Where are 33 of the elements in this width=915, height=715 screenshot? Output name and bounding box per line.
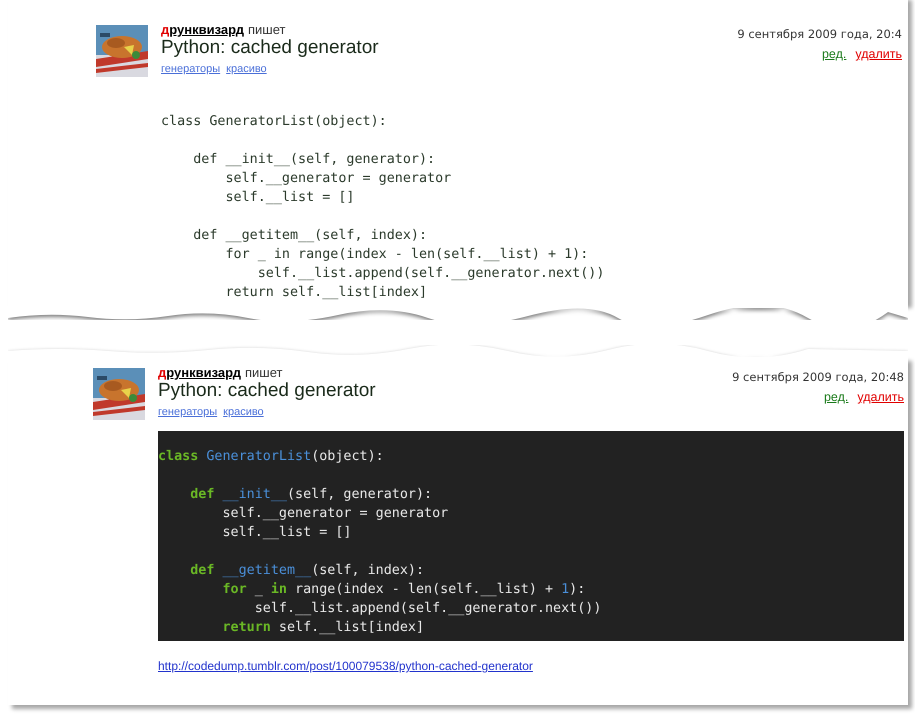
tag-link[interactable]: генераторы: [158, 405, 218, 419]
tag-link[interactable]: красиво: [223, 405, 264, 419]
code-line: return self.__list[index]: [224, 284, 428, 302]
code-line: class GeneratorList(object):: [161, 113, 387, 131]
verb-label: пишет: [248, 22, 286, 37]
code-line: self.__list.append(self.__generator.next()): [256, 265, 604, 283]
code-line: self.__list = []: [221, 524, 352, 542]
code-line: self.__generator = generator: [224, 170, 452, 188]
code-line: def __getitem__(self, index):: [192, 227, 428, 245]
author-link[interactable]: друнквизард: [161, 22, 244, 37]
author-link[interactable]: друнквизард: [158, 365, 241, 380]
delete-link[interactable]: удалить: [855, 45, 902, 64]
tag-link[interactable]: генераторы: [161, 62, 220, 76]
code-line: return self.__list[index]: [221, 619, 424, 637]
code-line: def __init__(self, generator):: [192, 151, 436, 169]
code-line: self.__generator = generator: [221, 505, 448, 523]
tag-link[interactable]: красиво: [226, 62, 267, 76]
code-line: self.__list = []: [224, 189, 354, 207]
code-line: def __init__(self, generator):: [189, 486, 432, 504]
post-date: 9 сентября 2009 года, 20:4: [737, 26, 902, 43]
code-line: def __getitem__(self, index):: [189, 562, 424, 580]
code-line: class GeneratorList(object):: [158, 448, 384, 466]
edit-link[interactable]: ред.: [822, 45, 846, 64]
code-line: for _ in range(index - len(self.__list) + 1):: [221, 581, 586, 599]
code-line: for _ in range(index - len(self.__list) + 1):: [224, 246, 588, 264]
delete-link[interactable]: удалить: [857, 388, 904, 407]
post-title: Python: cached generator: [158, 380, 376, 402]
source-link[interactable]: http://codedump.tumblr.com/post/100079538/python-cached-generator: [158, 659, 533, 673]
code-line: self.__list.append(self.__generator.next()): [254, 600, 602, 618]
post-title: Python: cached generator: [161, 37, 379, 59]
post-date: 9 сентября 2009 года, 20:48: [732, 369, 904, 386]
verb-label: пишет: [245, 365, 282, 380]
edit-link[interactable]: ред.: [824, 388, 848, 407]
